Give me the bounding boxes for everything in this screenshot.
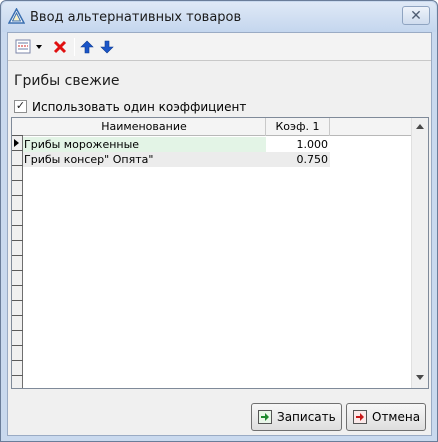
toolbar (8, 33, 431, 61)
row-indicator[interactable] (12, 151, 23, 166)
current-row-marker-icon (14, 139, 19, 147)
row-indicator (12, 241, 23, 256)
row-indicator (12, 181, 23, 196)
row-indicator (12, 211, 23, 226)
row-indicator (12, 301, 23, 316)
close-button[interactable]: ✕ (402, 6, 430, 25)
save-button[interactable]: Записать (251, 403, 342, 431)
row-indicator (12, 271, 23, 286)
cancel-button[interactable]: Отмена (346, 403, 426, 431)
row-indicator[interactable] (12, 136, 23, 151)
table-row[interactable]: Грибы консер" Опята" 0.750 (23, 152, 330, 167)
close-icon: ✕ (410, 7, 422, 23)
row-indicator-column (12, 118, 23, 388)
move-down-icon (100, 40, 114, 54)
row-indicator (12, 316, 23, 331)
use-single-coef-option[interactable]: ✓ Использовать один коэффициент (14, 99, 246, 114)
row-indicator (12, 346, 23, 361)
table-row[interactable]: Грибы мороженные 1.000 (23, 137, 330, 152)
use-single-coef-label: Использовать один коэффициент (32, 99, 247, 114)
cell-name[interactable]: Грибы мороженные (23, 137, 266, 152)
title-bar[interactable]: Ввод альтернативных товаров ✕ (2, 2, 436, 32)
row-indicator (12, 166, 23, 181)
delete-icon (53, 40, 67, 54)
cell-coef[interactable]: 1.000 (266, 137, 330, 152)
vertical-scrollbar[interactable] (411, 118, 428, 388)
row-indicator (12, 226, 23, 241)
use-single-coef-checkbox[interactable]: ✓ (14, 100, 27, 113)
row-indicator (12, 331, 23, 346)
indicator-header (12, 118, 23, 136)
row-indicator (12, 286, 23, 301)
move-up-icon (80, 40, 94, 54)
list-menu-button[interactable] (12, 37, 46, 57)
cancel-icon (353, 410, 367, 424)
group-title: Грибы свежие (14, 73, 120, 89)
cancel-label: Отмена (372, 410, 421, 424)
toolbar-separator (74, 38, 75, 56)
window-title: Ввод альтернативных товаров (30, 10, 242, 25)
move-up-button[interactable] (78, 37, 96, 57)
row-indicator (12, 196, 23, 211)
scroll-up-arrow-icon[interactable] (416, 124, 424, 129)
column-header-coef[interactable]: Коэф. 1 (266, 118, 330, 136)
check-icon: ✓ (15, 100, 26, 112)
save-label: Записать (277, 410, 336, 424)
alternatives-grid[interactable]: Наименование Коэф. 1 Грибы мороженные 1.… (11, 117, 429, 389)
move-down-button[interactable] (98, 37, 116, 57)
delete-button[interactable] (50, 37, 70, 57)
row-indicator (12, 256, 23, 271)
cell-name[interactable]: Грибы консер" Опята" (23, 152, 266, 167)
column-header-name[interactable]: Наименование (23, 118, 266, 136)
cell-coef[interactable]: 0.750 (266, 152, 330, 167)
dropdown-arrow-icon (36, 45, 42, 49)
dialog-window: Ввод альтернативных товаров ✕ Грибы свеж… (0, 0, 438, 442)
dialog-client-area: Грибы свежие ✓ Использовать один коэффиц… (7, 32, 432, 436)
grid-header: Наименование Коэф. 1 (23, 118, 412, 136)
list-menu-icon (15, 39, 31, 54)
save-icon (258, 410, 272, 424)
app-icon (8, 8, 25, 24)
row-indicator (12, 361, 23, 376)
scroll-down-arrow-icon[interactable] (416, 375, 424, 380)
